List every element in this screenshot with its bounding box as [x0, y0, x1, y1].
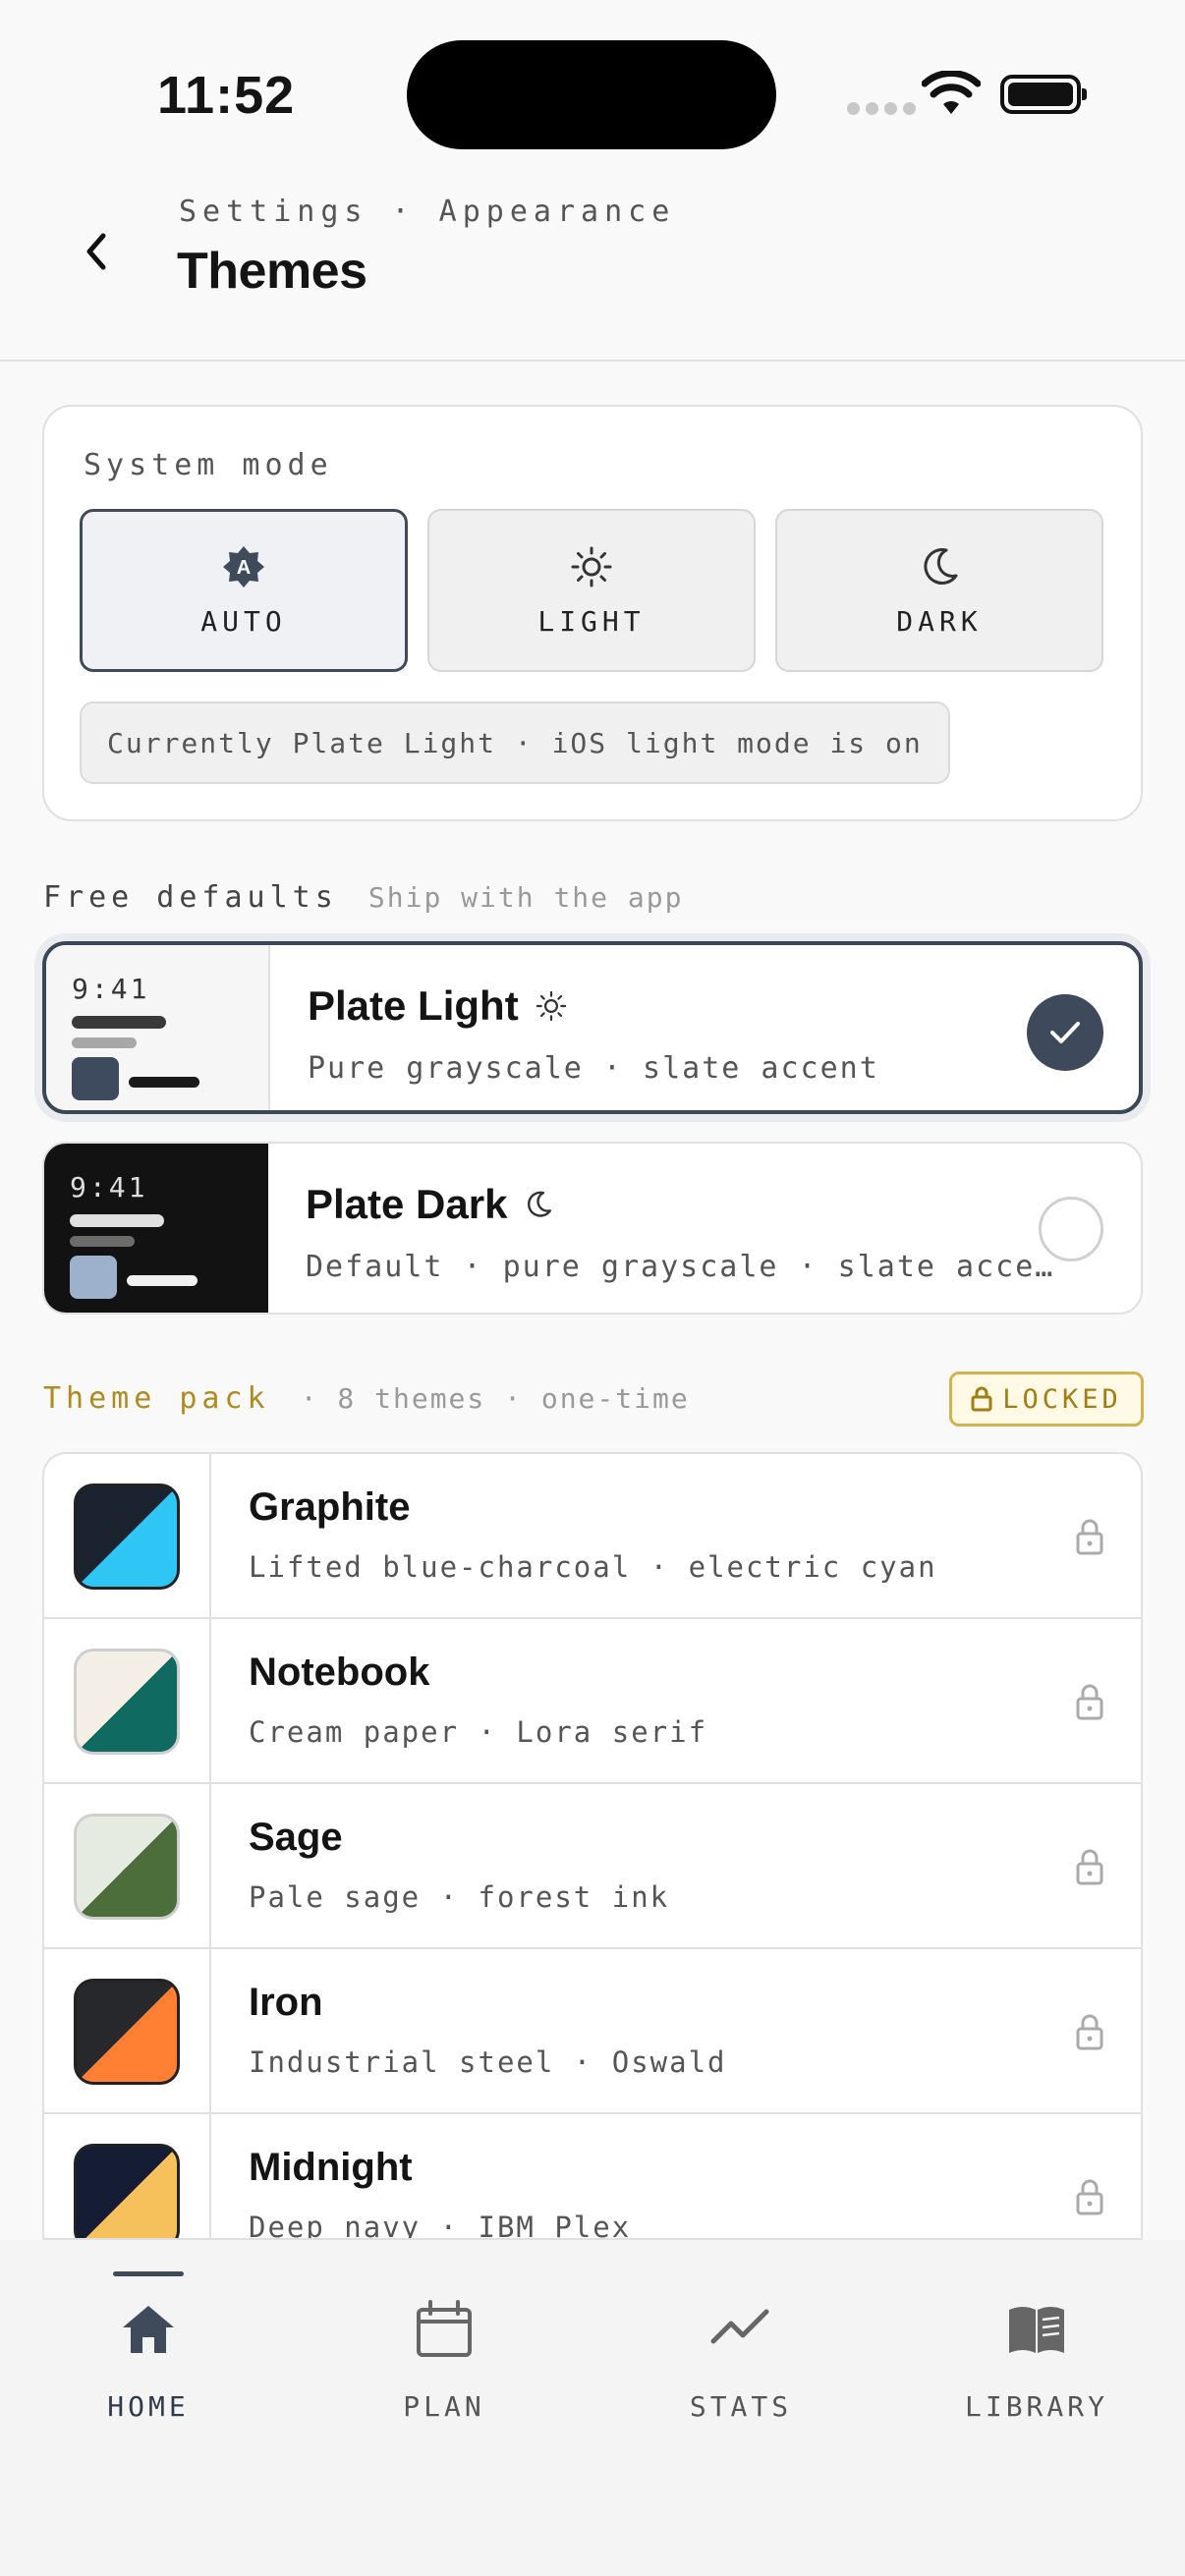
theme-name: Sage [249, 1816, 343, 1859]
mode-auto-button[interactable]: A AUTO [80, 509, 408, 672]
theme-name: Plate Light [308, 982, 568, 1030]
theme-name: Midnight [249, 2146, 413, 2189]
theme-preview-light: 9:41 [46, 945, 270, 1110]
theme-description: Pure grayscale · slate accent [308, 1051, 879, 1086]
lock-icon [971, 1386, 992, 1412]
mode-auto-label: AUTO [200, 604, 287, 638]
book-icon [1009, 2307, 1064, 2353]
nav-header: Settings · Appearance Themes [0, 177, 1185, 362]
preview-time: 9:41 [70, 1171, 148, 1204]
free-defaults-heading: Free defaults Ship with the app [43, 880, 683, 915]
theme-description: Lifted blue-charcoal · electric cyan [249, 1550, 937, 1584]
theme-name-text: Plate Dark [306, 1181, 508, 1227]
theme-name: Iron [249, 1981, 323, 2024]
unselected-radio[interactable] [1039, 1197, 1103, 1261]
sun-icon [536, 990, 566, 1022]
trend-icon [710, 2309, 769, 2344]
system-mode-label: System mode [84, 448, 333, 482]
preview-time: 9:41 [72, 973, 150, 1005]
theme-row-iron[interactable]: Iron Industrial steel · Oswald [44, 1949, 1141, 2114]
lock-icon [1076, 1519, 1103, 1555]
theme-swatch [74, 1484, 180, 1590]
status-time: 11:52 [157, 66, 296, 125]
lock-icon [1076, 2014, 1103, 2050]
tab-stats[interactable]: STATS [623, 2240, 859, 2436]
theme-swatch [74, 1649, 180, 1755]
battery-icon [1000, 75, 1087, 114]
theme-swatch [74, 1979, 180, 2085]
theme-pack-title: Theme pack [43, 1381, 270, 1416]
theme-name: Graphite [249, 1485, 411, 1529]
theme-description: Default · pure grayscale · slate acce… [306, 1250, 1055, 1284]
tab-library[interactable]: LIBRARY [919, 2240, 1155, 2436]
theme-card-plate-dark[interactable]: 9:41 Plate Dark Default · pure grayscale… [42, 1142, 1143, 1315]
home-icon [123, 2306, 174, 2353]
theme-row-notebook[interactable]: Notebook Cream paper · Lora serif [44, 1619, 1141, 1784]
theme-name: Plate Dark [306, 1181, 554, 1228]
theme-pack-list: Graphite Lifted blue-charcoal · electric… [42, 1452, 1143, 2240]
dynamic-island [407, 40, 776, 149]
free-defaults-subtitle: Ship with the app [367, 881, 684, 914]
theme-pack-subtitle: · 8 themes · one-time [300, 1382, 690, 1415]
tab-library-label: LIBRARY [964, 2390, 1108, 2423]
lock-icon [1076, 2179, 1103, 2215]
system-mode-card: System mode A AUTO LIGHT DARK Currently … [42, 405, 1143, 821]
theme-name-text: Plate Light [308, 982, 519, 1029]
theme-row-midnight[interactable]: Midnight Deep navy · IBM Plex [44, 2114, 1141, 2240]
free-defaults-title: Free defaults [43, 880, 338, 915]
auto-brightness-icon: A [223, 545, 264, 588]
tab-plan-label: PLAN [403, 2390, 485, 2423]
svg-text:A: A [237, 557, 251, 579]
page-title: Themes [177, 243, 367, 300]
sun-icon [571, 546, 612, 587]
theme-swatch [74, 1814, 180, 1920]
system-mode-segmented-control: A AUTO LIGHT DARK [80, 509, 1103, 672]
lock-icon [1076, 1684, 1103, 1720]
chevron-left-icon [86, 233, 106, 270]
tab-home[interactable]: HOME [30, 2240, 266, 2436]
wifi-icon [922, 71, 981, 114]
tab-home-label: HOME [107, 2390, 190, 2423]
moon-icon [528, 1191, 552, 1217]
moon-icon [924, 547, 958, 585]
breadcrumb: Settings · Appearance [179, 195, 676, 229]
theme-row-graphite[interactable]: Graphite Lifted blue-charcoal · electric… [44, 1454, 1141, 1619]
back-button[interactable] [75, 230, 118, 273]
active-tab-indicator [113, 2271, 184, 2276]
theme-name: Notebook [249, 1651, 430, 1694]
current-theme-note: Currently Plate Light · iOS light mode i… [80, 701, 950, 784]
theme-card-plate-light[interactable]: 9:41 Plate Light Pure grayscale · slate … [42, 941, 1143, 1114]
mode-dark-button[interactable]: DARK [775, 509, 1103, 672]
theme-description: Pale sage · forest ink [249, 1880, 670, 1914]
theme-description: Deep navy · IBM Plex [249, 2211, 632, 2240]
theme-preview-dark: 9:41 [44, 1144, 268, 1313]
theme-row-sage[interactable]: Sage Pale sage · forest ink [44, 1784, 1141, 1949]
theme-swatch [74, 2144, 180, 2238]
tab-bar: HOME PLAN STATS LIBRARY [0, 2240, 1185, 2576]
selected-check-icon [1027, 994, 1103, 1071]
mode-light-button[interactable]: LIGHT [427, 509, 756, 672]
mode-dark-label: DARK [896, 604, 983, 638]
locked-badge[interactable]: LOCKED [949, 1372, 1144, 1427]
cellular-signal-icon [847, 102, 916, 115]
mode-light-label: LIGHT [537, 604, 646, 638]
calendar-icon [417, 2300, 472, 2357]
theme-pack-heading: Theme pack · 8 themes · one-time [43, 1381, 690, 1416]
locked-label: LOCKED [1002, 1383, 1122, 1415]
lock-icon [1076, 1849, 1103, 1885]
theme-description: Cream paper · Lora serif [249, 1715, 708, 1749]
tab-plan[interactable]: PLAN [326, 2240, 562, 2436]
tab-stats-label: STATS [689, 2390, 793, 2423]
status-bar: 11:52 [0, 0, 1185, 177]
theme-description: Industrial steel · Oswald [249, 2045, 727, 2079]
